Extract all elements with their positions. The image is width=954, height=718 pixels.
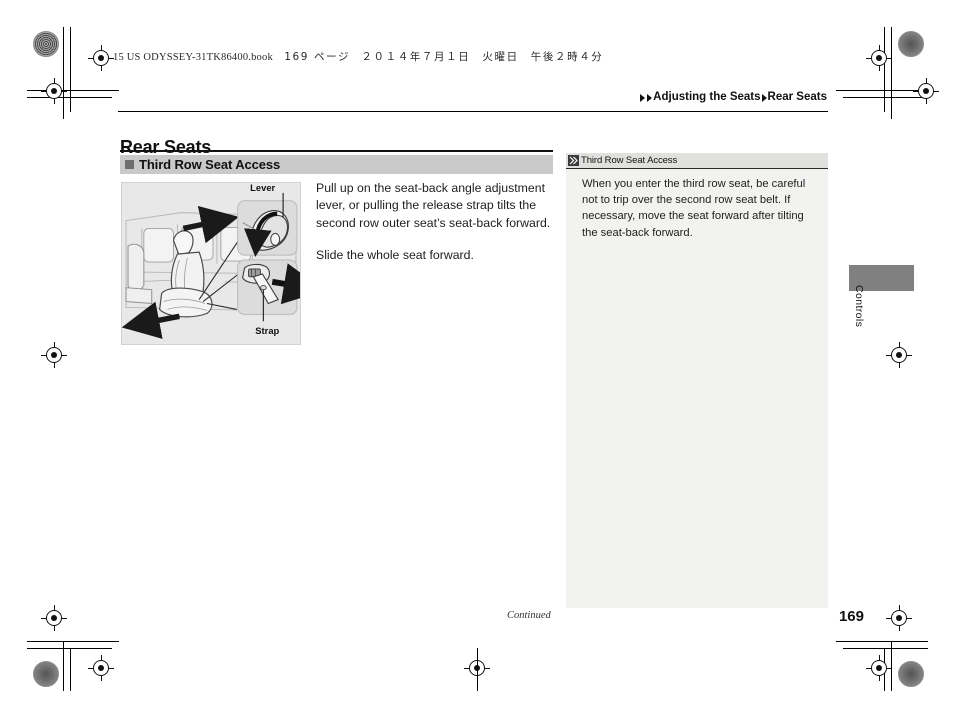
registration-target bbox=[913, 78, 939, 104]
triangle-right-icon bbox=[647, 93, 653, 102]
strap-caption: Strap bbox=[255, 326, 279, 336]
registration-target bbox=[866, 655, 892, 681]
breadcrumb-level-2[interactable]: Rear Seats bbox=[768, 91, 827, 103]
breadcrumb: Adjusting the Seats Rear Seats bbox=[639, 91, 827, 103]
crop-mark bbox=[70, 648, 71, 691]
halftone-density-circle bbox=[898, 661, 924, 687]
section-heading-bar: Third Row Seat Access bbox=[120, 155, 553, 174]
production-header-line: 15 US ODYSSEY-31TK86400.book 169 ページ ２０１… bbox=[113, 49, 603, 64]
breadcrumb-divider bbox=[118, 111, 828, 112]
halftone-density-circle bbox=[33, 31, 59, 57]
registration-target bbox=[41, 605, 67, 631]
strap-pull-arrow bbox=[271, 263, 300, 305]
body-text-column: Pull up on the seat-back angle adjustmen… bbox=[316, 180, 556, 265]
breadcrumb-level-1[interactable]: Adjusting the Seats bbox=[653, 91, 760, 103]
crop-mark bbox=[27, 641, 119, 642]
side-note-body: When you enter the third row seat, be ca… bbox=[566, 169, 828, 241]
crop-mark bbox=[843, 648, 928, 649]
side-note-heading: Third Row Seat Access bbox=[581, 155, 678, 166]
side-note-text: When you enter the third row seat, be ca… bbox=[582, 178, 806, 239]
crop-mark bbox=[891, 27, 892, 119]
illustration-svg: Lever Strap bbox=[122, 183, 300, 344]
seat-access-illustration: Lever Strap bbox=[121, 182, 301, 345]
crop-mark bbox=[477, 648, 478, 691]
body-paragraph-2: Slide the whole seat forward. bbox=[316, 248, 474, 263]
crop-mark bbox=[63, 27, 64, 119]
side-note-panel: Third Row Seat Access When you enter the… bbox=[566, 153, 828, 608]
production-timestamp: ２０１４年７月１日 火曜日 午後２時４分 bbox=[361, 51, 604, 63]
registration-target bbox=[866, 45, 892, 71]
title-underline bbox=[120, 150, 553, 152]
registration-target bbox=[88, 45, 114, 71]
production-book-name: 15 US ODYSSEY-31TK86400.book bbox=[113, 52, 273, 63]
double-chevron-icon bbox=[568, 155, 579, 166]
production-page-label: 169 ページ bbox=[284, 51, 351, 63]
halftone-density-circle bbox=[898, 31, 924, 57]
triangle-right-icon bbox=[761, 93, 767, 102]
section-heading-label: Third Row Seat Access bbox=[139, 157, 281, 172]
triangle-right-icon bbox=[640, 93, 646, 102]
lever-callout bbox=[237, 192, 298, 257]
registration-target bbox=[41, 78, 67, 104]
strap-callout bbox=[237, 259, 300, 322]
body-paragraph-1: Pull up on the seat-back angle adjustmen… bbox=[316, 181, 551, 230]
halftone-density-circle bbox=[33, 661, 59, 687]
registration-target bbox=[41, 342, 67, 368]
chapter-tab-label: Controls bbox=[853, 285, 865, 328]
crop-mark bbox=[836, 641, 928, 642]
registration-target bbox=[88, 655, 114, 681]
continued-label: Continued bbox=[507, 610, 551, 621]
registration-target bbox=[886, 342, 912, 368]
filled-square-icon bbox=[125, 160, 134, 169]
crop-mark bbox=[63, 641, 64, 691]
side-note-header: Third Row Seat Access bbox=[566, 153, 828, 169]
registration-target bbox=[886, 605, 912, 631]
page-number: 169 bbox=[838, 608, 864, 625]
lever-caption: Lever bbox=[250, 183, 275, 193]
crop-mark bbox=[70, 27, 71, 112]
